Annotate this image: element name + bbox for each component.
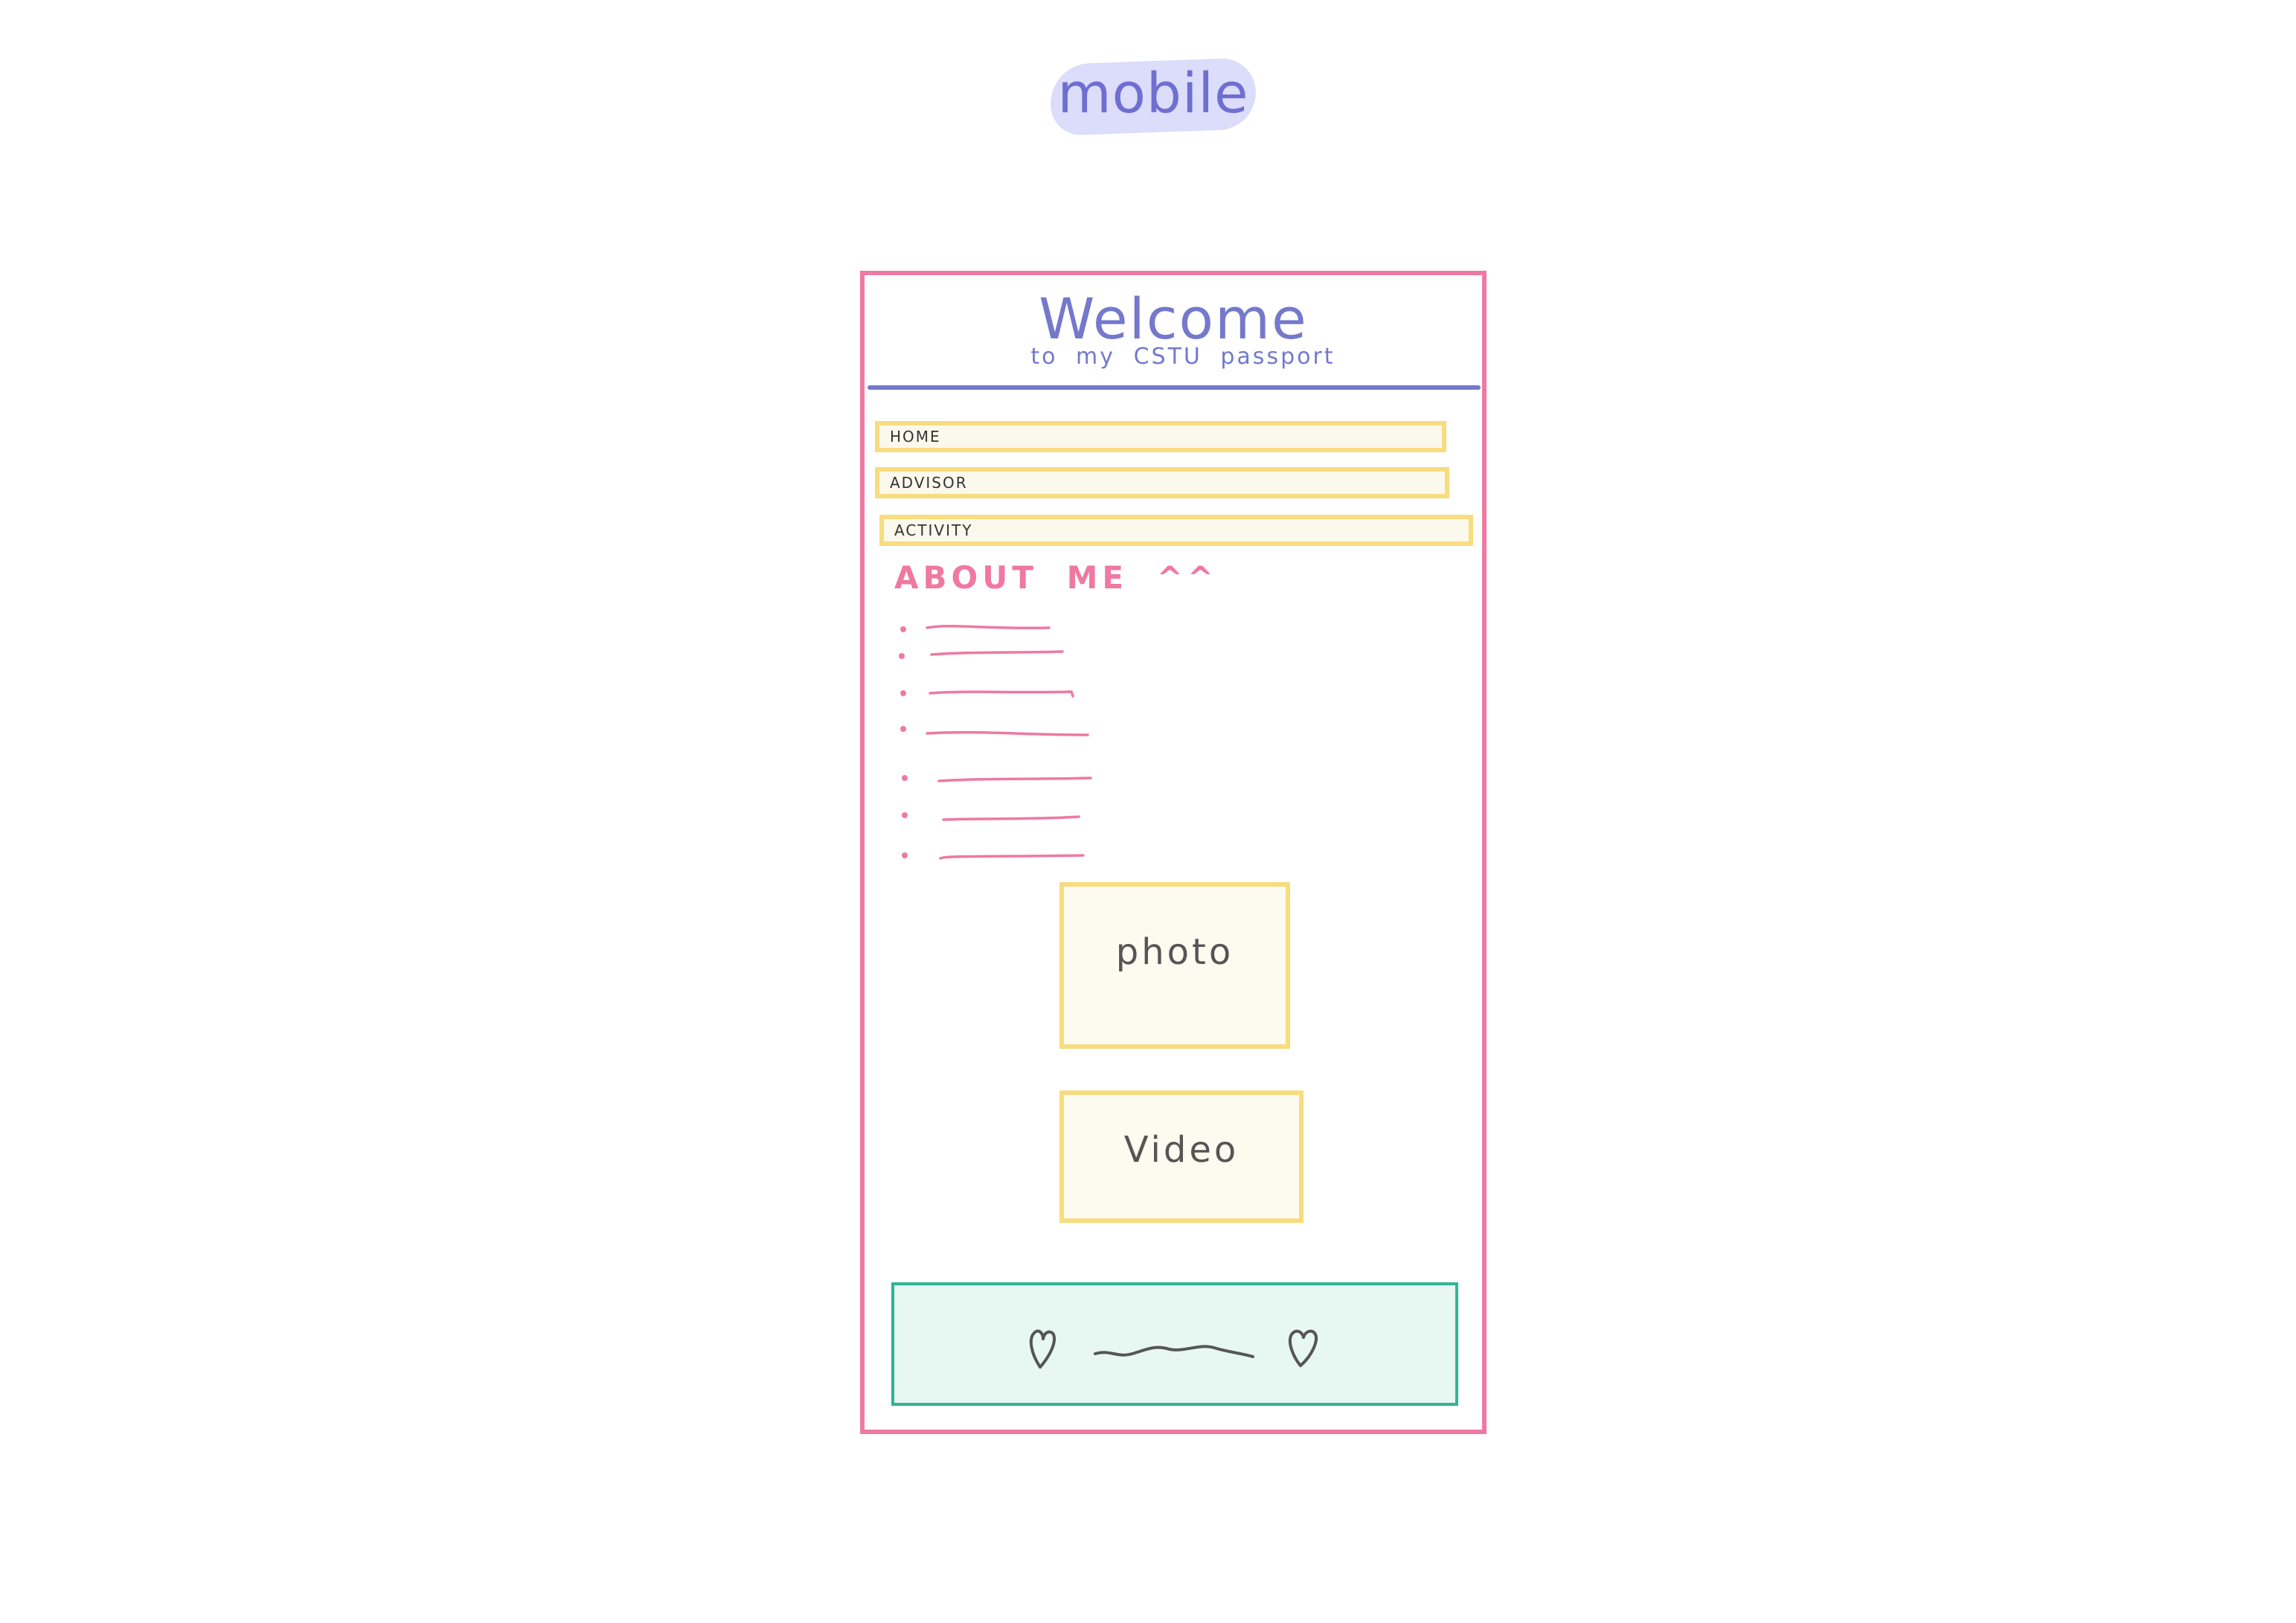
- about-me-list: [899, 624, 1092, 860]
- list-bullet: [900, 690, 906, 696]
- list-bullet: [902, 852, 908, 858]
- video-placeholder[interactable]: Video: [1059, 1090, 1303, 1223]
- welcome-title: Welcome: [1039, 286, 1308, 352]
- nav-item-home[interactable]: HOME: [875, 421, 1446, 452]
- squiggle-icon: [1094, 1345, 1254, 1358]
- list-item-line: [939, 854, 1085, 860]
- nav-item-label: ACTIVITY: [894, 521, 973, 539]
- heart-icon: [1029, 1329, 1056, 1369]
- nav-item-activity[interactable]: ACTIVITY: [879, 515, 1473, 546]
- nav-item-label: HOME: [890, 428, 941, 446]
- list-item-line: [937, 777, 1092, 782]
- nav-item-label: ADVISOR: [890, 474, 968, 492]
- video-label: Video: [1123, 1129, 1240, 1171]
- list-bullet: [900, 626, 906, 632]
- list-bullet: [902, 812, 908, 818]
- about-me-heading: ABOUT ME ^^: [894, 559, 1219, 596]
- welcome-subtitle: to my CSTU passport: [1030, 344, 1335, 370]
- mobile-tag-label: mobile: [1057, 62, 1249, 126]
- list-item-line: [926, 730, 1089, 736]
- footer-decoration: [1029, 1329, 1318, 1369]
- photo-label: photo: [1115, 931, 1234, 973]
- header-divider: [868, 385, 1481, 390]
- photo-placeholder[interactable]: photo: [1059, 882, 1290, 1049]
- list-item-line: [926, 624, 1051, 630]
- list-item-line: [929, 690, 1074, 698]
- footer: [891, 1282, 1458, 1406]
- list-item-line: [942, 815, 1080, 821]
- list-bullet: [900, 726, 906, 732]
- list-bullet: [899, 653, 905, 659]
- wireframe-canvas: mobile Welcome to my CSTU passport HOME …: [0, 0, 2296, 1623]
- list-item-line: [930, 650, 1064, 656]
- list-bullet: [902, 775, 908, 781]
- nav-item-advisor[interactable]: ADVISOR: [875, 467, 1449, 498]
- heart-icon: [1288, 1329, 1318, 1367]
